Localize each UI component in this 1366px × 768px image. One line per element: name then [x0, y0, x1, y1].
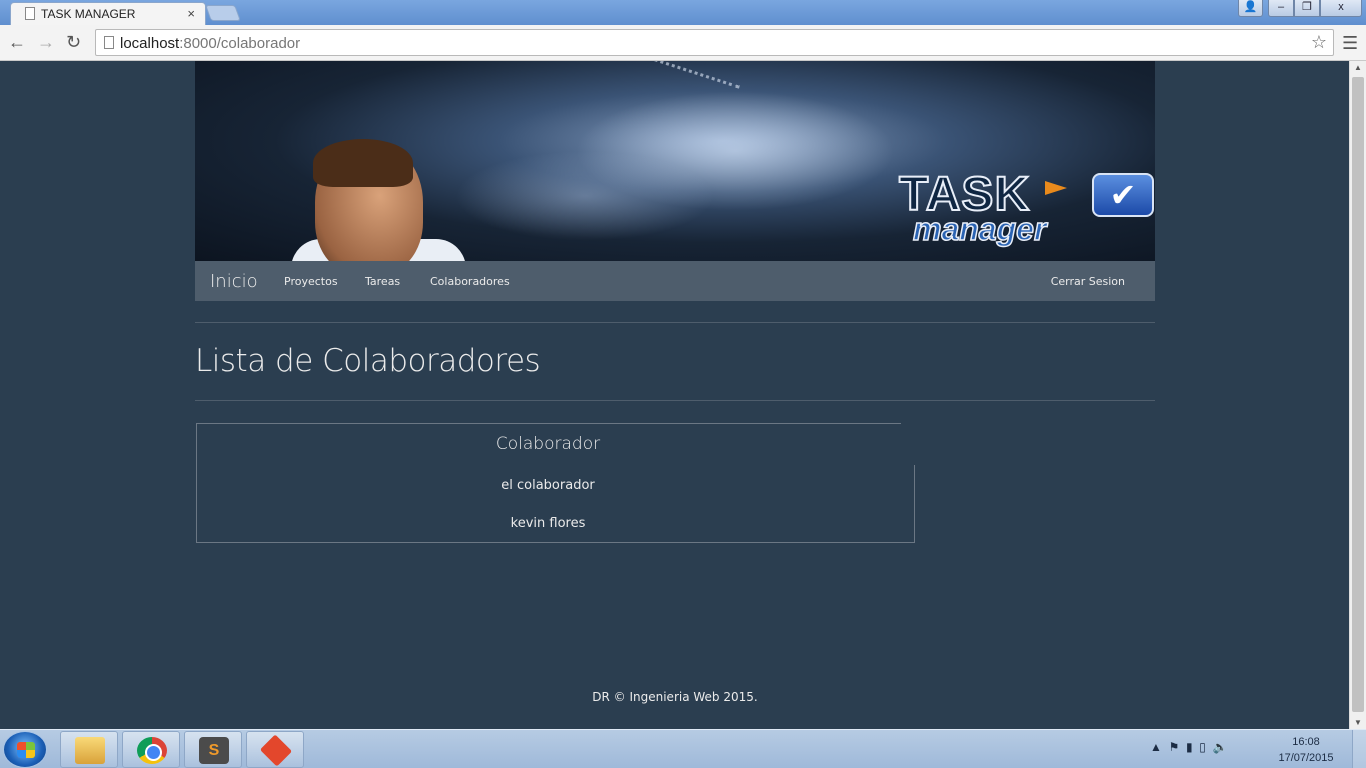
minimize-button[interactable]: – [1268, 0, 1294, 17]
nav-link-cerrar-sesion[interactable]: Cerrar Sesion [1051, 275, 1125, 288]
table-border [196, 423, 901, 424]
table-row: el colaborador [501, 478, 595, 493]
network-signal-icon[interactable]: ▯ [1199, 740, 1206, 754]
table-border [196, 542, 915, 543]
banner-person-hair [313, 139, 413, 187]
scroll-down-icon[interactable]: ▼ [1354, 718, 1362, 727]
header-banner: TASK manager ✔ [195, 61, 1155, 261]
banner-smoke [455, 151, 715, 241]
tab-close-icon[interactable]: × [187, 6, 195, 21]
task-manager-logo: TASK manager ✔ [895, 170, 1155, 261]
clock-date: 17/07/2015 [1278, 752, 1334, 764]
browser-tab[interactable]: TASK MANAGER × [10, 2, 206, 25]
vertical-scrollbar[interactable]: ▲ ▼ [1349, 61, 1366, 729]
back-arrow-icon[interactable]: ← [8, 32, 26, 53]
browser-toolbar: ← → ↻ localhost:8000/colaborador ☆ ☰ [0, 25, 1366, 61]
show-desktop-button[interactable] [1352, 730, 1366, 768]
new-tab-button[interactable] [205, 5, 241, 21]
main-navbar: Inicio Proyectos Tareas Colaboradores Ce… [195, 261, 1155, 301]
nav-link-tareas[interactable]: Tareas [365, 275, 400, 288]
page-icon [104, 36, 114, 49]
url-path: :8000/colaborador [179, 35, 301, 52]
table-header: Colaborador [495, 434, 601, 454]
divider [195, 400, 1155, 401]
start-button[interactable] [3, 731, 47, 768]
table-border [914, 465, 915, 543]
maximize-button[interactable]: ❐ [1294, 0, 1320, 17]
system-clock[interactable]: 16:08 17/07/2015 [1276, 734, 1336, 766]
page-footer: DR © Ingenieria Web 2015. [592, 690, 758, 704]
chrome-menu-icon[interactable]: ☰ [1342, 33, 1358, 54]
divider [195, 322, 1155, 323]
logo-flag-icon [1045, 181, 1067, 195]
taskbar-sublime-button[interactable]: S [184, 731, 242, 768]
browser-titlebar: TASK MANAGER × 👤 – ❐ x [0, 0, 1366, 25]
url-host: localhost [120, 35, 180, 52]
reload-icon[interactable]: ↻ [66, 32, 81, 53]
page-title: Lista de Colaboradores [195, 343, 541, 379]
user-icon[interactable]: 👤 [1238, 0, 1263, 17]
page-icon [25, 7, 35, 20]
url-text[interactable]: localhost:8000/colaborador [120, 35, 300, 52]
clock-time: 16:08 [1292, 736, 1320, 748]
windows-logo-icon [17, 750, 35, 758]
action-center-flag-icon[interactable]: ⚑ [1169, 740, 1180, 754]
scroll-up-icon[interactable]: ▲ [1354, 63, 1362, 72]
bookmark-star-icon[interactable]: ☆ [1311, 32, 1327, 53]
logo-check-icon: ✔ [1092, 173, 1154, 217]
volume-icon[interactable]: 🔈 [1213, 740, 1228, 754]
taskbar-chrome-button[interactable] [122, 731, 180, 768]
sublime-text-icon: S [199, 737, 229, 764]
battery-icon[interactable]: ▮ [1186, 740, 1193, 754]
table-row: kevin flores [510, 516, 586, 531]
forward-arrow-icon[interactable]: → [37, 32, 55, 53]
taskbar-explorer-button[interactable] [60, 731, 118, 768]
close-window-button[interactable]: x [1320, 0, 1362, 17]
explorer-icon [75, 737, 105, 764]
chrome-icon [137, 737, 167, 764]
tab-title: TASK MANAGER [41, 7, 136, 21]
git-icon [259, 734, 293, 767]
colaboradores-table: Colaborador el colaborador kevin flores [196, 423, 915, 543]
nav-link-proyectos[interactable]: Proyectos [284, 275, 338, 288]
address-bar[interactable]: localhost:8000/colaborador ☆ [95, 29, 1334, 56]
taskbar-git-button[interactable] [246, 731, 304, 768]
scroll-thumb[interactable] [1352, 77, 1364, 712]
system-tray[interactable]: ▲ ⚑ ▮ ▯ 🔈 [1150, 740, 1228, 754]
logo-manager-text: manager [912, 210, 1047, 248]
show-hidden-icons-icon[interactable]: ▲ [1150, 740, 1162, 754]
nav-link-colaboradores[interactable]: Colaboradores [430, 275, 510, 288]
nav-brand-inicio[interactable]: Inicio [210, 271, 258, 292]
windows-taskbar: S ▲ ⚑ ▮ ▯ 🔈 16:08 17/07/2015 [0, 729, 1366, 768]
